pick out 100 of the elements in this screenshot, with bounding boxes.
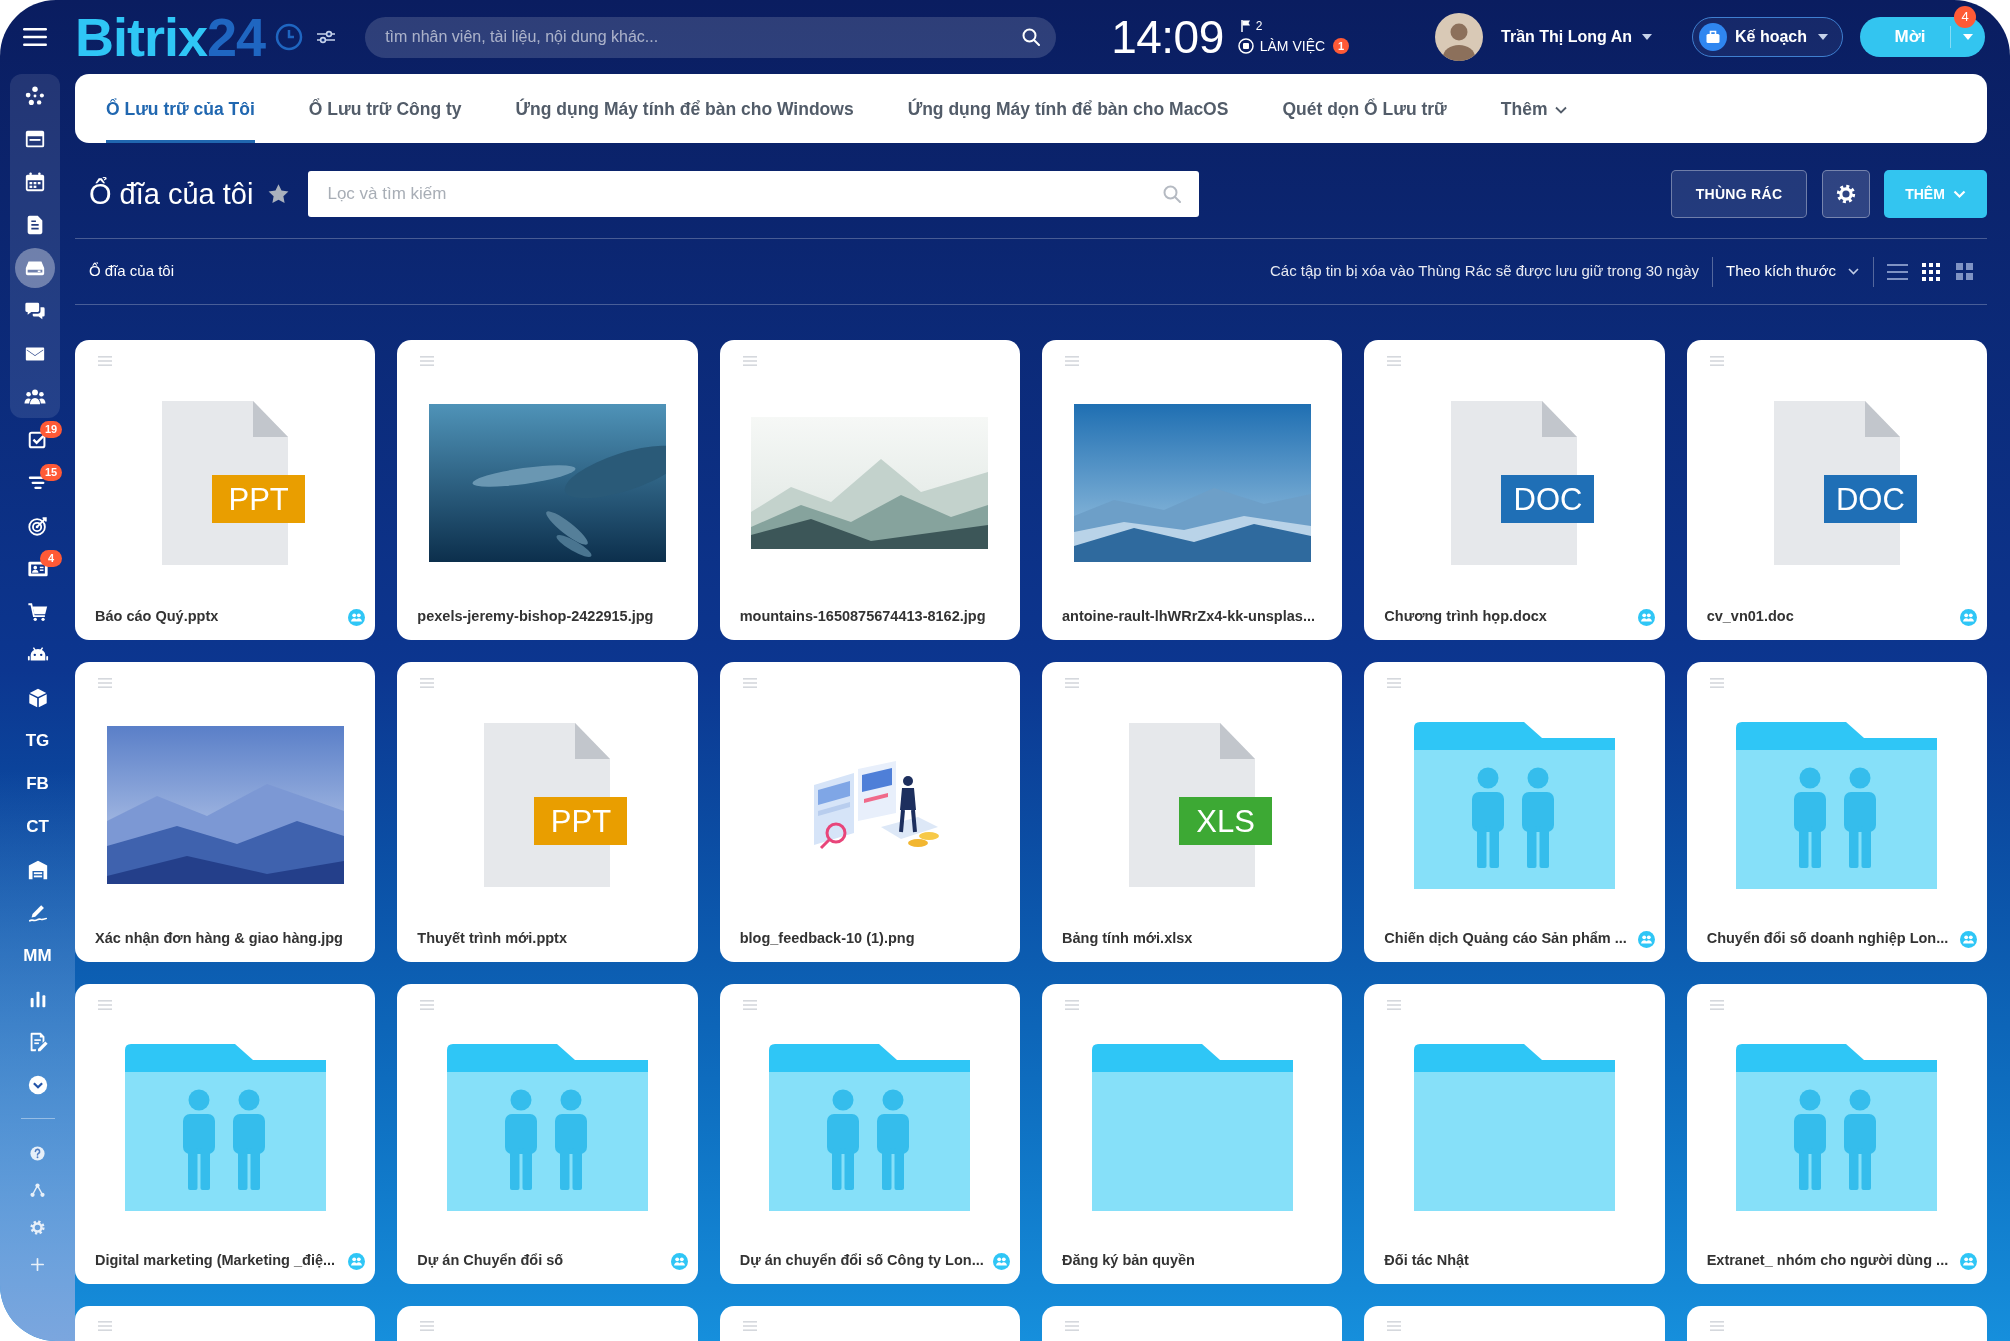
drag-handle-icon[interactable] bbox=[1065, 356, 1079, 366]
file-type-badge: PPT bbox=[534, 797, 628, 845]
drag-handle-icon[interactable] bbox=[1065, 1000, 1079, 1010]
file-name: Dự án Chuyển đổi số bbox=[417, 1251, 564, 1271]
clock-icon[interactable] bbox=[275, 23, 304, 51]
file-name: Bảng tính mới.xlsx bbox=[1062, 929, 1193, 949]
tab[interactable]: Ổ Lưu trữ Công ty bbox=[308, 74, 462, 143]
drag-handle-icon[interactable] bbox=[98, 1321, 112, 1331]
file-card[interactable]: DOC Chương trình họp.docx bbox=[1364, 340, 1665, 640]
file-card[interactable]: pexels-jeremy-bishop-2422915.jpg bbox=[397, 340, 698, 640]
tab[interactable]: Quét dọn Ổ Lưu trữ bbox=[1282, 74, 1447, 143]
file-name: Thuyết trình mới.pptx bbox=[417, 929, 567, 949]
drag-handle-icon[interactable] bbox=[420, 356, 435, 366]
notice-text: Các tập tin bị xóa vào Thùng Rác sẽ được lưu giữ trong 30 ngày bbox=[1270, 261, 1700, 282]
tab[interactable]: Ổ Lưu trữ của Tôi bbox=[106, 74, 255, 143]
drag-handle-icon[interactable] bbox=[98, 678, 112, 688]
menu-icon[interactable] bbox=[23, 28, 47, 46]
breadcrumb-link[interactable]: Ổ đĩa của tôi bbox=[89, 260, 175, 283]
drag-handle-icon[interactable] bbox=[742, 1321, 757, 1331]
file-card[interactable]: Đối tác Nhật bbox=[1364, 984, 1665, 1284]
sidebar-item[interactable]: FB bbox=[17, 763, 58, 804]
trash-button[interactable]: THÙNG RÁC bbox=[1671, 170, 1807, 218]
settings-icon bbox=[1835, 183, 1857, 205]
sidebar-item[interactable]: TG bbox=[17, 720, 58, 761]
file-card[interactable]: mountains-1650875674413-8162.jpg bbox=[719, 340, 1020, 640]
file-card[interactable]: PPT Báo cáo Quý.pptx bbox=[75, 340, 376, 640]
count-badge: 19 bbox=[40, 421, 63, 438]
file-card[interactable]: Dự án chuyển đổi số Công ty Lon... bbox=[719, 984, 1020, 1284]
drag-handle-icon[interactable] bbox=[98, 1000, 112, 1010]
file-type-badge: XLS bbox=[1179, 797, 1273, 845]
file-card[interactable]: PPT Thuyết trình mới.pptx bbox=[397, 662, 698, 962]
flag-icon[interactable] bbox=[1240, 20, 1251, 32]
drag-handle-icon[interactable] bbox=[1709, 678, 1724, 688]
grid-view-icon[interactable] bbox=[1922, 262, 1940, 281]
file-card[interactable]: Xác nhận đơn hàng & giao hàng.jpg bbox=[75, 662, 376, 962]
shared-folder-icon bbox=[124, 1043, 326, 1211]
file-name: Đăng ký bản quyền bbox=[1062, 1251, 1195, 1271]
drag-handle-icon[interactable] bbox=[420, 1321, 435, 1331]
filter-field[interactable]: Lọc và tìm kiếm bbox=[308, 171, 1200, 217]
sidebar-item[interactable]: MM bbox=[17, 935, 58, 976]
dots-cluster-icon bbox=[24, 84, 46, 107]
star-icon[interactable] bbox=[267, 182, 291, 206]
user-avatar[interactable] bbox=[1435, 13, 1484, 61]
drag-handle-icon[interactable] bbox=[1065, 1321, 1079, 1331]
drag-handle-icon[interactable] bbox=[98, 356, 112, 366]
plus-icon bbox=[29, 1256, 46, 1273]
list-view-icon[interactable] bbox=[1887, 263, 1908, 280]
sidebar-item[interactable] bbox=[15, 247, 55, 288]
drag-handle-icon[interactable] bbox=[420, 678, 435, 688]
drag-handle-icon[interactable] bbox=[1387, 356, 1402, 366]
file-card[interactable]: blog_feedback-10 (1).png bbox=[719, 662, 1020, 962]
page-title: Ổ đĩa của tôi bbox=[89, 179, 254, 209]
drag-handle-icon[interactable] bbox=[742, 1000, 757, 1010]
plan-button[interactable]: Kế hoạch bbox=[1692, 17, 1843, 57]
calendar-icon bbox=[24, 170, 46, 193]
user-menu[interactable]: Trần Thị Long An bbox=[1501, 25, 1652, 49]
drag-handle-icon[interactable] bbox=[1387, 678, 1402, 688]
file-type-badge: DOC bbox=[1823, 475, 1917, 523]
file-type-badge: DOC bbox=[1501, 475, 1595, 523]
file-card[interactable]: Extranet_ nhóm cho người dùng ... bbox=[1686, 984, 1987, 1284]
drag-handle-icon[interactable] bbox=[1065, 678, 1079, 688]
stop-circle-icon[interactable] bbox=[1237, 38, 1254, 54]
count-badge: 15 bbox=[40, 464, 63, 481]
tab[interactable]: Thêm bbox=[1500, 74, 1568, 143]
tab[interactable]: Ứng dụng Máy tính để bàn cho Windows bbox=[515, 74, 854, 143]
file-card[interactable]: Đăng ký bản quyền bbox=[1042, 984, 1343, 1284]
file-name: Chiến dịch Quảng cáo Sản phẩm ... bbox=[1384, 929, 1627, 949]
large-grid-view-icon[interactable] bbox=[1956, 263, 1973, 280]
file-name: Extranet_ nhóm cho người dùng ... bbox=[1706, 1251, 1949, 1271]
file-card[interactable]: DOC cv_vn01.doc bbox=[1686, 340, 1987, 640]
drag-handle-icon[interactable] bbox=[1709, 1321, 1724, 1331]
sort-dropdown[interactable]: Theo kích thước bbox=[1726, 260, 1859, 283]
drag-handle-icon[interactable] bbox=[742, 678, 757, 688]
drag-handle-icon[interactable] bbox=[1387, 1321, 1402, 1331]
file-card[interactable]: Digital marketing (Marketing _điệ... bbox=[75, 984, 376, 1284]
sliders-icon[interactable] bbox=[317, 30, 336, 44]
app-logo[interactable]: Bitrix24 bbox=[75, 7, 266, 67]
file-card[interactable]: XLS Bảng tính mới.xlsx bbox=[1042, 662, 1343, 962]
drag-handle-icon[interactable] bbox=[1709, 356, 1724, 366]
search-icon[interactable] bbox=[1022, 28, 1041, 46]
file-card[interactable]: Chuyển đổi số doanh nghiệp Lon... bbox=[1686, 662, 1987, 962]
work-status[interactable]: LÀM VIỆC bbox=[1259, 39, 1326, 53]
file-card[interactable]: Chiến dịch Quảng cáo Sản phẩm ... bbox=[1364, 662, 1665, 962]
shared-folder-icon bbox=[769, 1043, 971, 1211]
file-name: antoine-rault-lhWRrZx4-kk-unsplas... bbox=[1062, 607, 1315, 627]
drag-handle-icon[interactable] bbox=[1387, 1000, 1402, 1010]
tab[interactable]: Ứng dụng Máy tính để bàn cho MacOS bbox=[907, 74, 1229, 143]
shared-folder-icon bbox=[1414, 721, 1615, 889]
drag-handle-icon[interactable] bbox=[1709, 1000, 1724, 1010]
target-icon bbox=[26, 514, 49, 537]
file-name: Digital marketing (Marketing _điệ... bbox=[95, 1251, 336, 1271]
drag-handle-icon[interactable] bbox=[742, 356, 757, 366]
file-name: blog_feedback-10 (1).png bbox=[739, 929, 915, 949]
file-card[interactable]: antoine-rault-lhWRrZx4-kk-unsplas... bbox=[1042, 340, 1343, 640]
count-badge: 4 bbox=[40, 550, 62, 567]
count-badge: 4 bbox=[1954, 6, 1976, 28]
drag-handle-icon[interactable] bbox=[420, 1000, 435, 1010]
settings-button[interactable] bbox=[1822, 170, 1870, 218]
file-card[interactable]: Dự án Chuyển đổi số bbox=[397, 984, 698, 1284]
sidebar-item[interactable]: CT bbox=[17, 806, 58, 847]
